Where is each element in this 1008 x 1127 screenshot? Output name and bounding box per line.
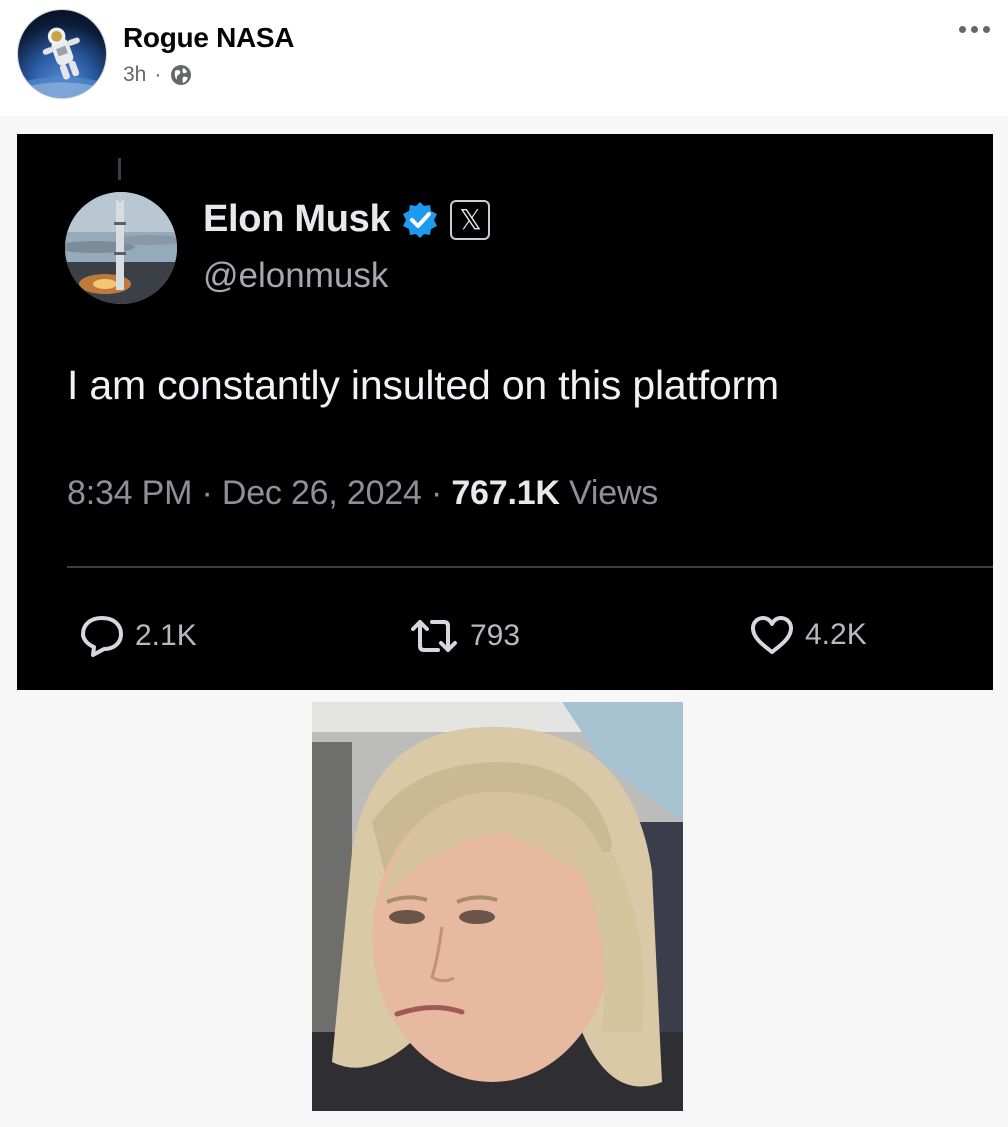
rocket-image	[65, 192, 177, 304]
post-meta: 3h ·	[123, 62, 193, 88]
views-label: Views	[569, 474, 659, 512]
thread-line	[118, 158, 121, 180]
tweet-handle[interactable]: @elonmusk	[203, 256, 388, 296]
page-name[interactable]: Rogue NASA	[123, 22, 295, 54]
like-count: 4.2K	[805, 618, 867, 651]
like-button[interactable]: 4.2K	[749, 614, 867, 656]
retweet-count: 793	[470, 619, 521, 652]
more-options-icon[interactable]	[959, 26, 990, 33]
globe-icon	[171, 65, 192, 85]
meta-separator: ·	[421, 474, 452, 512]
views-count: 767.1K	[451, 474, 560, 512]
divider	[67, 566, 993, 568]
x-affiliate-badge: 𝕏	[450, 199, 491, 240]
page-avatar[interactable]	[17, 9, 107, 99]
retweet-button[interactable]: 793	[410, 614, 520, 658]
tweet-meta: 8:34 PM · Dec 26, 2024 · 767.1K Views	[67, 474, 658, 513]
meta-separator: ·	[154, 63, 162, 86]
tweet-screenshot[interactable]: Elon Musk 𝕏 @elonmusk I am constantly in…	[17, 134, 993, 690]
reply-button[interactable]: 2.1K	[79, 614, 197, 658]
verified-badge-icon	[403, 201, 438, 238]
x-logo-icon: 𝕏	[459, 203, 482, 236]
astronaut-image	[18, 27, 106, 98]
tweet-time[interactable]: 8:34 PM	[67, 474, 192, 512]
person-photo	[312, 702, 683, 1111]
reply-count: 2.1K	[135, 619, 197, 652]
heart-icon	[751, 616, 793, 654]
dot	[971, 26, 978, 33]
reaction-photo[interactable]	[312, 702, 683, 1111]
reply-icon	[81, 616, 123, 657]
retweet-icon	[411, 620, 457, 652]
tweet-date[interactable]: Dec 26, 2024	[222, 474, 422, 512]
post-header: Rogue NASA 3h ·	[0, 0, 1008, 116]
tweet-text: I am constantly insulted on this platfor…	[67, 362, 779, 408]
tweet-display-name[interactable]: Elon Musk	[203, 198, 391, 241]
post-time[interactable]: 3h	[123, 63, 146, 87]
tweet-avatar	[65, 192, 177, 304]
meta-separator: ·	[192, 474, 222, 512]
dot	[983, 26, 990, 33]
tweet-author: Elon Musk 𝕏	[203, 198, 491, 241]
dot	[959, 26, 966, 33]
